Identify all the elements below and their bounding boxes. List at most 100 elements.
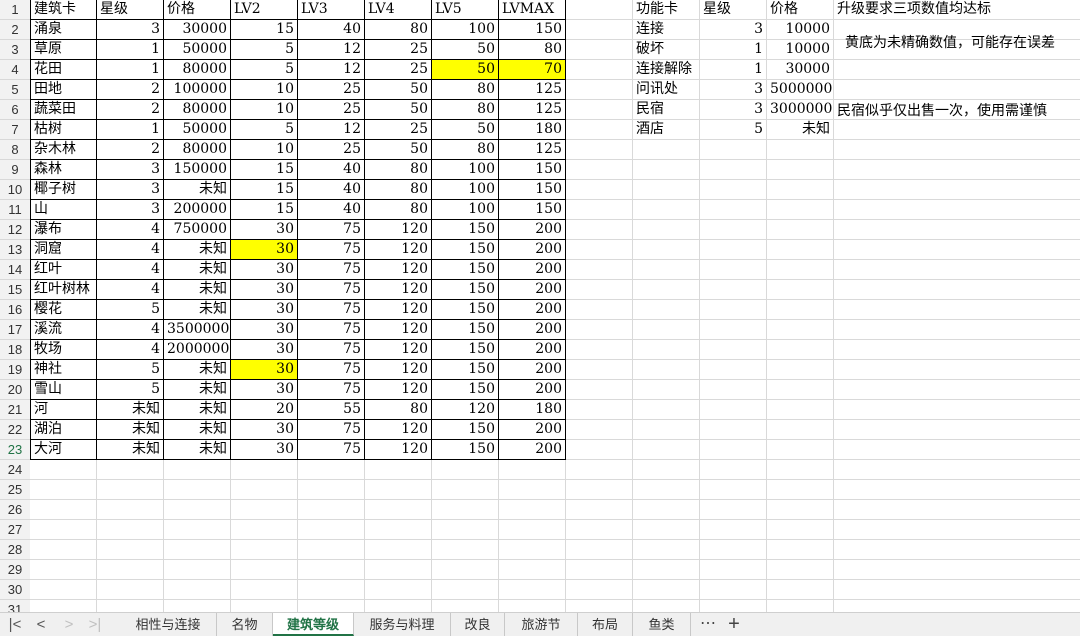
cell-H2[interactable]: 150 <box>499 20 566 40</box>
cell-J12[interactable] <box>633 220 700 240</box>
cell-I21[interactable] <box>566 400 633 420</box>
cell-K31[interactable] <box>700 600 767 612</box>
row-header[interactable]: 13 <box>0 240 30 260</box>
cell-C24[interactable] <box>164 460 231 480</box>
row-header[interactable]: 15 <box>0 280 30 300</box>
cell-J20[interactable] <box>633 380 700 400</box>
cell-B12[interactable]: 4 <box>97 220 164 240</box>
cell-B19[interactable]: 5 <box>97 360 164 380</box>
cell-M7[interactable] <box>834 120 1080 140</box>
cell-C30[interactable] <box>164 580 231 600</box>
cell-A19[interactable]: 神社 <box>30 360 97 380</box>
cell-D17[interactable]: 30 <box>231 320 298 340</box>
cell-F22[interactable]: 120 <box>365 420 432 440</box>
cell-E27[interactable] <box>298 520 365 540</box>
cell-G16[interactable]: 150 <box>432 300 499 320</box>
cell-G15[interactable]: 150 <box>432 280 499 300</box>
cell-L12[interactable] <box>767 220 834 240</box>
cell-E4[interactable]: 12 <box>298 60 365 80</box>
cell-G7[interactable]: 50 <box>432 120 499 140</box>
cell-C9[interactable]: 150000 <box>164 160 231 180</box>
cell-A25[interactable] <box>30 480 97 500</box>
cell-L17[interactable] <box>767 320 834 340</box>
cell-C4[interactable]: 80000 <box>164 60 231 80</box>
cell-B5[interactable]: 2 <box>97 80 164 100</box>
sheet-tab[interactable]: 名物 <box>217 613 273 636</box>
cell-J1[interactable]: 功能卡 <box>633 0 700 20</box>
cell-K12[interactable] <box>700 220 767 240</box>
sheet-tab[interactable]: 旅游节 <box>505 613 578 636</box>
cell-L6[interactable]: 3000000 <box>767 100 834 120</box>
cell-A4[interactable]: 花田 <box>30 60 97 80</box>
cell-B9[interactable]: 3 <box>97 160 164 180</box>
cell-B3[interactable]: 1 <box>97 40 164 60</box>
cell-M19[interactable] <box>834 360 1080 380</box>
cell-F23[interactable]: 120 <box>365 440 432 460</box>
cell-H30[interactable] <box>499 580 566 600</box>
cell-E17[interactable]: 75 <box>298 320 365 340</box>
row-header[interactable]: 21 <box>0 400 30 420</box>
cell-B20[interactable]: 5 <box>97 380 164 400</box>
cell-C18[interactable]: 2000000 <box>164 340 231 360</box>
cell-M4[interactable] <box>834 60 1080 80</box>
cell-I31[interactable] <box>566 600 633 612</box>
cell-L26[interactable] <box>767 500 834 520</box>
cell-J7[interactable]: 酒店 <box>633 120 700 140</box>
cell-E14[interactable]: 75 <box>298 260 365 280</box>
cell-D30[interactable] <box>231 580 298 600</box>
row-header[interactable]: 11 <box>0 200 30 220</box>
cell-L3[interactable]: 10000 <box>767 40 834 60</box>
cell-H27[interactable] <box>499 520 566 540</box>
cell-I13[interactable] <box>566 240 633 260</box>
cell-C20[interactable]: 未知 <box>164 380 231 400</box>
cell-A18[interactable]: 牧场 <box>30 340 97 360</box>
cell-C1[interactable]: 价格 <box>164 0 231 20</box>
cell-M18[interactable] <box>834 340 1080 360</box>
cell-J22[interactable] <box>633 420 700 440</box>
cell-M27[interactable] <box>834 520 1080 540</box>
cell-B14[interactable]: 4 <box>97 260 164 280</box>
cell-E29[interactable] <box>298 560 365 580</box>
cell-B15[interactable]: 4 <box>97 280 164 300</box>
cell-D27[interactable] <box>231 520 298 540</box>
cell-M13[interactable] <box>834 240 1080 260</box>
cell-B16[interactable]: 5 <box>97 300 164 320</box>
cell-L25[interactable] <box>767 480 834 500</box>
cell-E2[interactable]: 40 <box>298 20 365 40</box>
cell-F15[interactable]: 120 <box>365 280 432 300</box>
cell-H19[interactable]: 200 <box>499 360 566 380</box>
cell-J18[interactable] <box>633 340 700 360</box>
cell-G1[interactable]: LV5 <box>432 0 499 20</box>
cell-B11[interactable]: 3 <box>97 200 164 220</box>
cell-K3[interactable]: 1 <box>700 40 767 60</box>
cell-B18[interactable]: 4 <box>97 340 164 360</box>
cell-G30[interactable] <box>432 580 499 600</box>
cell-G10[interactable]: 100 <box>432 180 499 200</box>
cell-H18[interactable]: 200 <box>499 340 566 360</box>
cell-L14[interactable] <box>767 260 834 280</box>
cell-K15[interactable] <box>700 280 767 300</box>
cell-D13[interactable]: 30 <box>231 240 298 260</box>
cell-C10[interactable]: 未知 <box>164 180 231 200</box>
next-sheet-button[interactable]: > <box>58 615 80 635</box>
cell-I18[interactable] <box>566 340 633 360</box>
cell-A31[interactable] <box>30 600 97 612</box>
cell-C25[interactable] <box>164 480 231 500</box>
cell-F4[interactable]: 25 <box>365 60 432 80</box>
more-sheets-button[interactable]: ⋯ <box>697 613 719 636</box>
cell-J30[interactable] <box>633 580 700 600</box>
cell-J15[interactable] <box>633 280 700 300</box>
cell-F30[interactable] <box>365 580 432 600</box>
cell-G21[interactable]: 120 <box>432 400 499 420</box>
cell-M1[interactable]: 升级要求三项数值均达标 <box>834 0 1080 20</box>
cell-F16[interactable]: 120 <box>365 300 432 320</box>
cell-L11[interactable] <box>767 200 834 220</box>
cell-E30[interactable] <box>298 580 365 600</box>
cell-D7[interactable]: 5 <box>231 120 298 140</box>
cell-F8[interactable]: 50 <box>365 140 432 160</box>
cell-I28[interactable] <box>566 540 633 560</box>
cell-L8[interactable] <box>767 140 834 160</box>
cell-B24[interactable] <box>97 460 164 480</box>
cell-B28[interactable] <box>97 540 164 560</box>
cell-J14[interactable] <box>633 260 700 280</box>
